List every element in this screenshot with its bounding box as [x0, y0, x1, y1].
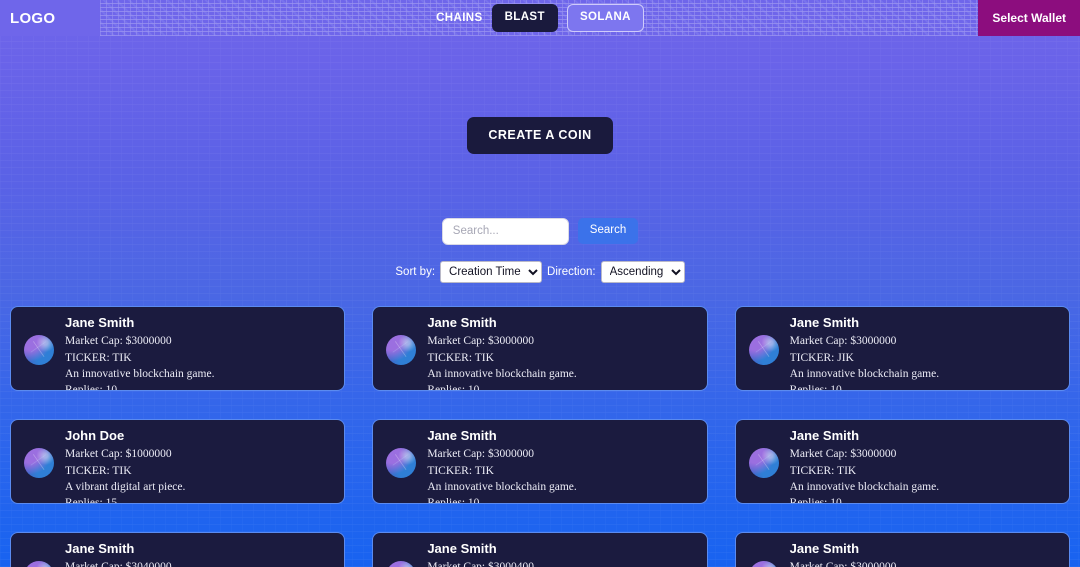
logo[interactable]: LOGO [10, 10, 55, 27]
coin-card-body: Jane Smith Market Cap: $3000000 TICKER: … [427, 427, 694, 504]
coin-creator-name: Jane Smith [65, 314, 135, 330]
chain-tab-blast[interactable]: BLAST [491, 4, 558, 32]
coin-ticker: TICKER: JIK [789, 351, 854, 364]
coin-card-body: Jane Smith Market Cap: $3000000 TICKER: … [789, 427, 1057, 504]
coin-card-grid: Jane Smith Market Cap: $3000000 TICKER: … [0, 305, 1080, 567]
coin-replies: Replies: 10 [427, 384, 480, 391]
coin-creator-name: Jane Smith [65, 540, 135, 556]
coin-creator-name: Jane Smith [789, 427, 860, 443]
coin-avatar-icon [748, 334, 779, 365]
coin-creator-name: Jane Smith [427, 540, 497, 556]
coin-avatar-icon [748, 447, 779, 478]
coin-card[interactable]: Jane Smith Market Cap: $3000400 TICKER: … [372, 531, 708, 567]
chain-nav: CHAINS BLAST SOLANA [0, 0, 1080, 36]
coin-card[interactable]: John Doe Market Cap: $1000000 TICKER: TI… [10, 418, 346, 504]
coin-avatar-icon [748, 560, 779, 567]
chain-tab-solana[interactable]: SOLANA [566, 4, 644, 32]
coin-card[interactable]: Jane Smith Market Cap: $3040000 TICKER: … [10, 531, 346, 567]
chains-label: CHAINS [436, 12, 483, 24]
coin-market-cap: Market Cap: $3000000 [789, 335, 897, 348]
coin-description: An innovative blockchain game. [789, 481, 940, 494]
coin-ticker: TICKER: TIK [65, 351, 132, 364]
coin-card-body: John Doe Market Cap: $1000000 TICKER: TI… [65, 427, 332, 504]
coin-replies: Replies: 15 [65, 497, 118, 504]
coin-avatar-icon [386, 560, 417, 567]
coin-market-cap: Market Cap: $1000000 [65, 448, 172, 461]
coin-market-cap: Market Cap: $3000000 [789, 448, 897, 461]
direction-label: Direction: [547, 265, 596, 278]
coin-creator-name: Jane Smith [789, 314, 860, 330]
coin-description: An innovative blockchain game. [427, 481, 577, 494]
coin-card-body: Jane Smith Market Cap: $3000000 TICKER: … [789, 540, 1057, 567]
coin-ticker: TICKER: TIK [427, 351, 494, 364]
direction-select[interactable]: Ascending [600, 260, 685, 283]
sort-by-select[interactable]: Creation Time [440, 260, 543, 283]
coin-creator-name: Jane Smith [427, 314, 497, 330]
coin-card[interactable]: Jane Smith Market Cap: $3000000 TICKER: … [734, 418, 1070, 504]
coin-card-body: Jane Smith Market Cap: $3040000 TICKER: … [65, 540, 332, 567]
coin-replies: Replies: 10 [427, 497, 480, 504]
coin-market-cap: Market Cap: $3000000 [427, 335, 535, 348]
coin-avatar-icon [24, 334, 54, 365]
coin-replies: Replies: 10 [65, 384, 118, 391]
hero-section: CREATE A COIN [0, 36, 1080, 154]
sort-controls: Sort by: Creation Time Direction: Ascend… [0, 260, 1080, 283]
coin-card[interactable]: Jane Smith Market Cap: $3000000 TICKER: … [372, 418, 708, 504]
coin-description: An innovative blockchain game. [65, 368, 215, 381]
sort-by-label: Sort by: [395, 265, 436, 278]
coin-creator-name: Jane Smith [427, 427, 497, 443]
coin-card[interactable]: Jane Smith Market Cap: $3000000 TICKER: … [372, 305, 708, 391]
coin-card[interactable]: Jane Smith Market Cap: $3000000 TICKER: … [734, 531, 1070, 567]
coin-market-cap: Market Cap: $3000000 [65, 335, 172, 348]
coin-ticker: TICKER: TIK [427, 464, 494, 477]
create-a-coin-button[interactable]: CREATE A COIN [467, 117, 613, 154]
coin-ticker: TICKER: TIK [789, 464, 857, 477]
coin-card-body: Jane Smith Market Cap: $3000000 TICKER: … [789, 314, 1057, 391]
select-wallet-button[interactable]: Select Wallet [978, 0, 1080, 36]
coin-creator-name: John Doe [65, 427, 125, 443]
coin-avatar-icon [386, 447, 417, 478]
app-header: LOGO CHAINS BLAST SOLANA Select Wallet [0, 0, 1080, 36]
search-bar: Search [0, 217, 1080, 245]
coin-card-body: Jane Smith Market Cap: $3000000 TICKER: … [65, 314, 332, 391]
coin-description: An innovative blockchain game. [427, 368, 577, 381]
search-input[interactable] [441, 217, 569, 245]
coin-replies: Replies: 10 [789, 384, 842, 391]
coin-card[interactable]: Jane Smith Market Cap: $3000000 TICKER: … [10, 305, 346, 391]
coin-replies: Replies: 10 [789, 497, 842, 504]
coin-ticker: TICKER: TIK [65, 464, 132, 477]
coin-market-cap: Market Cap: $3000000 [790, 559, 1057, 567]
search-button[interactable]: Search [577, 218, 639, 244]
coin-avatar-icon [24, 560, 54, 567]
coin-card[interactable]: Jane Smith Market Cap: $3000000 TICKER: … [734, 305, 1070, 391]
coin-card-body: Jane Smith Market Cap: $3000400 TICKER: … [427, 540, 694, 567]
coin-description: An innovative blockchain game. [789, 368, 940, 381]
coin-description: A vibrant digital art piece. [65, 481, 186, 494]
coin-avatar-icon [386, 334, 417, 365]
coin-market-cap: Market Cap: $3040000 [65, 559, 332, 567]
coin-card-body: Jane Smith Market Cap: $3000000 TICKER: … [427, 314, 694, 391]
coin-market-cap: Market Cap: $3000400 [427, 559, 694, 567]
coin-creator-name: Jane Smith [789, 540, 860, 556]
coin-avatar-icon [24, 447, 54, 478]
coin-market-cap: Market Cap: $3000000 [427, 448, 535, 461]
